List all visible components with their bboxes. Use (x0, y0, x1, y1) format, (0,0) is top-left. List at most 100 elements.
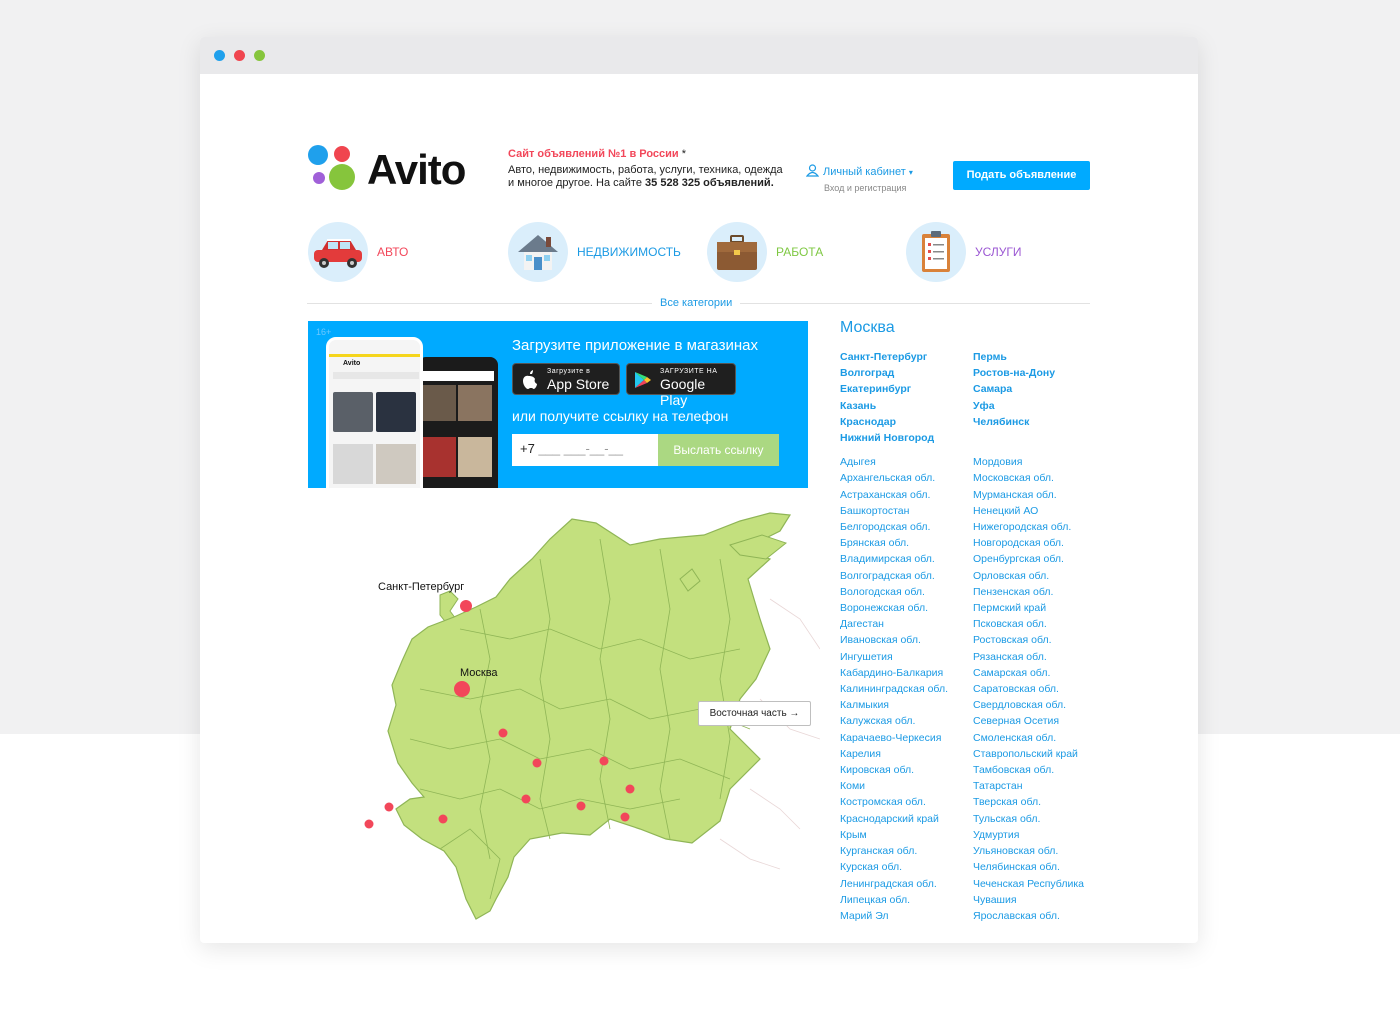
category-auto[interactable]: АВТО (308, 222, 408, 282)
category-work[interactable]: РАБОТА (707, 222, 823, 282)
region-link[interactable]: Татарстан (973, 778, 1106, 794)
category-realty-label: НЕДВИЖИМОСТЬ (577, 245, 681, 259)
category-realty[interactable]: НЕДВИЖИМОСТЬ (508, 222, 681, 282)
category-work-label: РАБОТА (776, 245, 824, 259)
city-link[interactable]: Челябинск (973, 414, 1106, 430)
region-link[interactable]: Владимирская обл. (840, 551, 973, 567)
city-link[interactable]: Краснодар (840, 414, 973, 430)
region-link[interactable]: Чеченская Республика (973, 876, 1106, 892)
region-link[interactable]: Карачаево-Черкесия (840, 730, 973, 746)
region-link[interactable]: Брянская обл. (840, 535, 973, 551)
region-link[interactable]: Коми (840, 778, 973, 794)
region-link[interactable]: Липецкая обл. (840, 892, 973, 908)
region-link[interactable]: Крым (840, 827, 973, 843)
regions-panel: Москва Санкт-Петербург Волгоград Екатеринб… (840, 319, 1170, 924)
region-link[interactable]: Нижегородская обл. (973, 519, 1106, 535)
region-link[interactable]: Дагестан (840, 616, 973, 632)
post-ad-button[interactable]: Подать объявление (953, 161, 1090, 190)
banner-title: Загрузите приложение в магазинах (512, 337, 758, 354)
city-link[interactable]: Казань (840, 398, 973, 414)
region-link[interactable]: Мурманская обл. (973, 487, 1106, 503)
all-categories-link[interactable]: Все категории (652, 297, 741, 309)
phone-input[interactable]: +7 ___ ___-__-__ (512, 434, 658, 466)
region-link[interactable]: Белгородская обл. (840, 519, 973, 535)
region-link[interactable]: Пермский край (973, 600, 1106, 616)
region-link[interactable]: Смоленская обл. (973, 730, 1106, 746)
region-link[interactable]: Свердловская обл. (973, 697, 1106, 713)
region-link[interactable]: Калужская обл. (840, 713, 973, 729)
region-link[interactable]: Северная Осетия (973, 713, 1106, 729)
appstore-button[interactable]: Загрузите в App Store (512, 363, 620, 395)
region-link[interactable]: Калмыкия (840, 697, 973, 713)
region-link[interactable]: Ульяновская обл. (973, 843, 1106, 859)
window-dot-green[interactable] (254, 50, 265, 61)
region-link[interactable]: Адыгея (840, 454, 973, 470)
region-link[interactable]: Астраханская обл. (840, 487, 973, 503)
region-link[interactable]: Башкортостан (840, 503, 973, 519)
region-link[interactable]: Ингушетия (840, 649, 973, 665)
region-link[interactable]: Самарская обл. (973, 665, 1106, 681)
region-link[interactable]: Ярославская обл. (973, 908, 1106, 924)
region-link[interactable]: Костромская обл. (840, 794, 973, 810)
east-part-button[interactable]: Восточная часть → (698, 701, 811, 726)
city-link[interactable]: Санкт-Петербург (840, 349, 973, 365)
region-link[interactable]: Калининградская обл. (840, 681, 973, 697)
map-label-spb: Санкт-Петербург (378, 581, 465, 593)
region-link[interactable]: Курская обл. (840, 859, 973, 875)
region-link[interactable]: Удмуртия (973, 827, 1106, 843)
googleplay-big: Google Play (660, 376, 706, 408)
city-link[interactable]: Нижний Новгород (840, 430, 973, 446)
region-link[interactable]: Чувашия (973, 892, 1106, 908)
city-link[interactable]: Волгоград (840, 365, 973, 381)
region-link[interactable]: Московская обл. (973, 470, 1106, 486)
city-link[interactable]: Ростов-на-Дону (973, 365, 1106, 381)
region-link[interactable]: Пензенская обл. (973, 584, 1106, 600)
region-link[interactable]: Курганская обл. (840, 843, 973, 859)
phone-app-name: Avito (343, 360, 361, 367)
region-link[interactable]: Саратовская обл. (973, 681, 1106, 697)
region-link[interactable]: Оренбургская обл. (973, 551, 1106, 567)
region-link[interactable]: Рязанская обл. (973, 649, 1106, 665)
city-link[interactable]: Уфа (973, 398, 1106, 414)
region-link[interactable]: Кировская обл. (840, 762, 973, 778)
briefcase-icon (707, 222, 767, 282)
region-link[interactable]: Ставропольский край (973, 746, 1106, 762)
googleplay-icon (634, 371, 652, 394)
phone-mockup-iphone: Avito (326, 337, 423, 488)
personal-cabinet[interactable]: Личный кабинет ▾ Вход и регистрация (805, 164, 913, 193)
city-link[interactable]: Самара (973, 381, 1106, 397)
city-link[interactable]: Екатеринбург (840, 381, 973, 397)
send-link-button[interactable]: Выслать ссылку (658, 434, 779, 466)
region-link[interactable]: Ленинградская обл. (840, 876, 973, 892)
category-services[interactable]: УСЛУГИ (906, 222, 1022, 282)
cabinet-label: Личный кабинет (823, 165, 906, 178)
current-city[interactable]: Москва (840, 319, 1170, 337)
city-link[interactable]: Пермь (973, 349, 1106, 365)
region-link[interactable]: Ростовская обл. (973, 632, 1106, 648)
window-dot-blue[interactable] (214, 50, 225, 61)
region-link[interactable]: Ненецкий АО (973, 503, 1106, 519)
region-link[interactable]: Мордовия (973, 454, 1106, 470)
region-link[interactable]: Воронежская обл. (840, 600, 973, 616)
region-link[interactable]: Волгоградская обл. (840, 568, 973, 584)
region-link[interactable]: Вологодская обл. (840, 584, 973, 600)
region-link[interactable]: Псковская обл. (973, 616, 1106, 632)
region-link[interactable]: Кабардино-Балкария (840, 665, 973, 681)
googleplay-button[interactable]: ЗАГРУЗИТЕ НА Google Play (626, 363, 736, 408)
avito-logo[interactable]: Avito (307, 144, 482, 194)
app-banner: 16+ Avito Загрузите приложение в магазин… (308, 321, 808, 488)
region-link[interactable]: Архангельская обл. (840, 470, 973, 486)
apple-icon (521, 370, 537, 395)
window-dot-red[interactable] (234, 50, 245, 61)
appstore-big: App Store (547, 376, 610, 392)
region-link[interactable]: Тульская обл. (973, 811, 1106, 827)
region-link[interactable]: Краснодарский край (840, 811, 973, 827)
region-link[interactable]: Тверская обл. (973, 794, 1106, 810)
region-link[interactable]: Челябинская обл. (973, 859, 1106, 875)
region-link[interactable]: Ивановская обл. (840, 632, 973, 648)
region-link[interactable]: Орловская обл. (973, 568, 1106, 584)
region-link[interactable]: Марий Эл (840, 908, 973, 924)
region-link[interactable]: Тамбовская обл. (973, 762, 1106, 778)
region-link[interactable]: Новгородская обл. (973, 535, 1106, 551)
region-link[interactable]: Карелия (840, 746, 973, 762)
